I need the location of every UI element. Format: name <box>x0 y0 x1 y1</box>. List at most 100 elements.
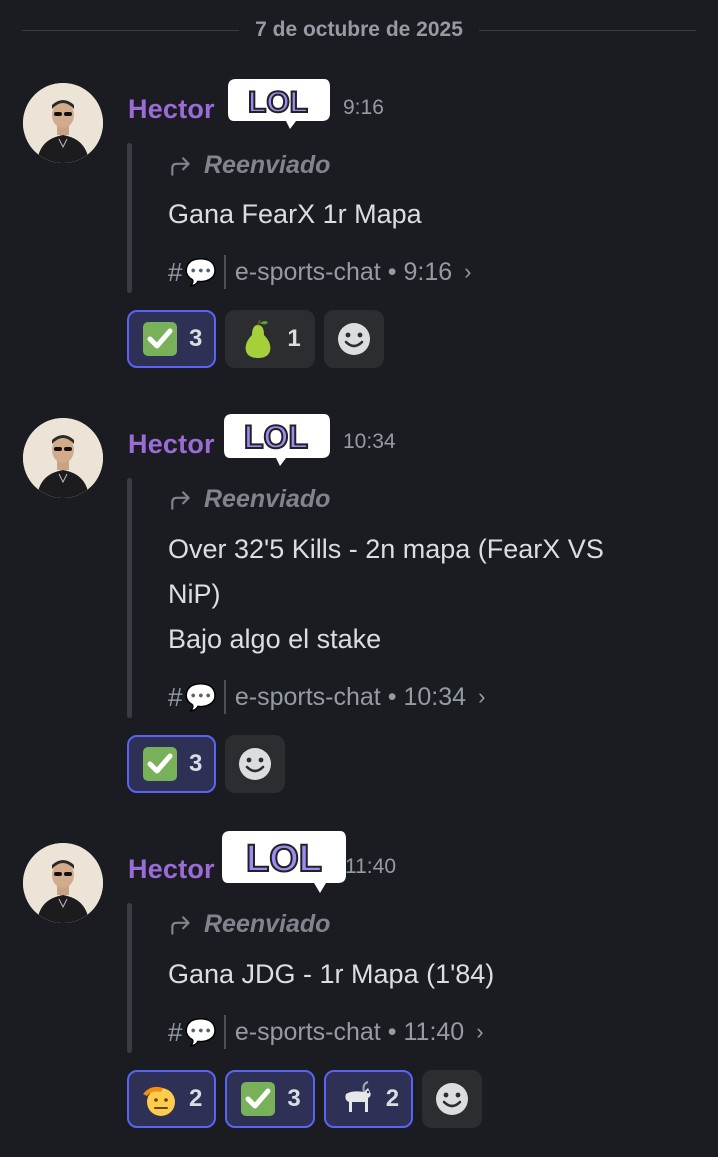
source-time: 10:34 <box>403 682 467 711</box>
lol-badge-icon: LOL <box>224 75 332 138</box>
message-header: Hector <box>128 87 215 131</box>
reaction-pear[interactable]: 1 <box>225 310 315 368</box>
forwarded-text: Reenviado <box>204 910 331 938</box>
message-line: Gana JDG - 1r Mapa (1'84) <box>168 959 495 989</box>
smiley-plus-icon <box>436 1083 469 1115</box>
reaction-check[interactable]: 3 <box>225 1070 315 1128</box>
channel-hash: # <box>168 681 183 712</box>
check-mark-icon <box>141 320 179 358</box>
avatar[interactable] <box>23 843 103 923</box>
message-header: Hector <box>128 847 215 891</box>
chevron-right-icon: › <box>476 1019 484 1044</box>
speech-bubble-icon: 💬 <box>184 256 217 287</box>
reaction-saluting[interactable]: 2 <box>127 1070 217 1128</box>
speech-bubble-icon: 💬 <box>184 681 217 712</box>
forwarded-label: Reenviado <box>168 151 330 180</box>
add-reaction-button[interactable] <box>225 735 286 793</box>
forward-arrow-icon <box>171 156 190 176</box>
reaction-goat[interactable]: 2 <box>323 1070 414 1128</box>
message-content: Over 32'5 Kills - 2n mapa (FearX VS NiP)… <box>168 527 668 662</box>
chat-page: 7 de octubre de 2025 Hector o LOL <box>0 0 718 1157</box>
avatar-image <box>23 843 103 923</box>
source-dot: • <box>387 257 397 286</box>
forward-source[interactable]: # 💬 e-sports-chat • 11:40 › <box>168 1015 484 1049</box>
reaction-count: 2 <box>385 1085 400 1112</box>
pear-icon <box>239 319 277 358</box>
reaction-check[interactable]: 3 <box>127 310 217 368</box>
check-mark-icon <box>141 745 179 783</box>
message-content: Gana FearX 1r Mapa <box>168 192 668 237</box>
avatar[interactable] <box>23 83 103 163</box>
source-channel[interactable]: e-sports-chat <box>235 1018 381 1047</box>
smiley-plus-icon <box>239 748 272 780</box>
reaction-count: 3 <box>189 325 203 352</box>
source-separator <box>223 1015 226 1049</box>
message: Hector LOL 10:34 Reenviado Over 32'5 Kil… <box>0 414 718 798</box>
add-reaction-button[interactable] <box>323 310 384 368</box>
lol-badge-icon: LOL <box>218 825 348 902</box>
avatar[interactable] <box>23 418 103 498</box>
forward-arrow-icon <box>171 915 190 935</box>
lol-badge-icon: LOL <box>220 410 332 475</box>
forward-source[interactable]: # 💬 e-sports-chat • 9:16 › <box>168 255 472 289</box>
check-mark-icon <box>239 1080 277 1118</box>
smiley-plus-icon <box>337 323 370 355</box>
message: Hector o LOL 9:16 Reenviado Gana FearX 1… <box>0 79 718 373</box>
forward-arrow-icon <box>171 490 190 510</box>
source-time: 11:40 <box>403 1017 465 1046</box>
forward-bar <box>127 143 132 293</box>
forwarded-text: Reenviado <box>204 485 331 513</box>
lol-badge-text: LOL <box>244 419 308 455</box>
lol-badge-text: LOL <box>248 86 308 119</box>
reactions-bar: 3 <box>127 735 286 793</box>
message-timestamp: 10:34 <box>343 430 396 453</box>
reactions-bar: 2 3 2 <box>127 1070 483 1128</box>
lol-badge-text: LOL <box>246 838 322 880</box>
forwarded-label: Reenviado <box>168 485 330 514</box>
reaction-count: 1 <box>287 325 301 352</box>
avatar-image <box>23 83 103 163</box>
source-channel[interactable]: e-sports-chat <box>235 683 381 712</box>
message-header: Hector <box>128 422 215 466</box>
reaction-count: 3 <box>189 750 203 777</box>
reaction-count: 3 <box>287 1085 301 1112</box>
reactions-bar: 3 1 <box>127 310 384 368</box>
forwarded-text: Reenviado <box>204 151 331 179</box>
username[interactable]: Hector <box>128 94 215 125</box>
speech-bubble-icon: 💬 <box>184 1016 217 1047</box>
message-line: NiP) <box>168 579 221 609</box>
saluting-face-icon <box>141 1080 179 1118</box>
divider-line-right <box>478 29 697 31</box>
message-line: Bajo algo el stake <box>168 624 382 654</box>
source-separator <box>223 255 226 289</box>
message-line: Gana FearX 1r Mapa <box>168 199 422 229</box>
forward-bar <box>127 903 132 1053</box>
date-divider: 7 de octubre de 2025 <box>22 10 697 50</box>
username[interactable]: Hector <box>128 429 215 460</box>
reaction-count: 2 <box>189 1085 203 1112</box>
message: Hector LOL 11:40 Reenviado Gana JDG - 1r… <box>0 831 718 1143</box>
message-line: Over 32'5 Kills - 2n mapa (FearX VS <box>168 534 604 564</box>
chevron-right-icon: › <box>464 259 472 284</box>
add-reaction-button[interactable] <box>422 1070 483 1128</box>
message-timestamp: 9:16 <box>343 96 384 119</box>
divider-line-left <box>22 29 240 31</box>
message-content: Gana JDG - 1r Mapa (1'84) <box>168 952 668 997</box>
message-timestamp: 11:40 <box>345 855 396 878</box>
source-separator <box>223 680 226 714</box>
forwarded-label: Reenviado <box>168 910 330 939</box>
date-divider-text: 7 de octubre de 2025 <box>255 18 463 41</box>
avatar-image <box>23 418 103 498</box>
forward-bar <box>127 478 132 718</box>
source-channel[interactable]: e-sports-chat <box>235 258 381 287</box>
reaction-check[interactable]: 3 <box>127 735 217 793</box>
channel-hash: # <box>168 256 183 287</box>
chevron-right-icon: › <box>478 684 486 709</box>
source-dot: • <box>387 1017 397 1046</box>
source-dot: • <box>387 682 397 711</box>
channel-hash: # <box>168 1016 183 1047</box>
source-time: 9:16 <box>403 257 453 286</box>
forward-source[interactable]: # 💬 e-sports-chat • 10:34 › <box>168 680 485 714</box>
username[interactable]: Hector <box>128 854 215 885</box>
goat-icon <box>338 1080 376 1118</box>
